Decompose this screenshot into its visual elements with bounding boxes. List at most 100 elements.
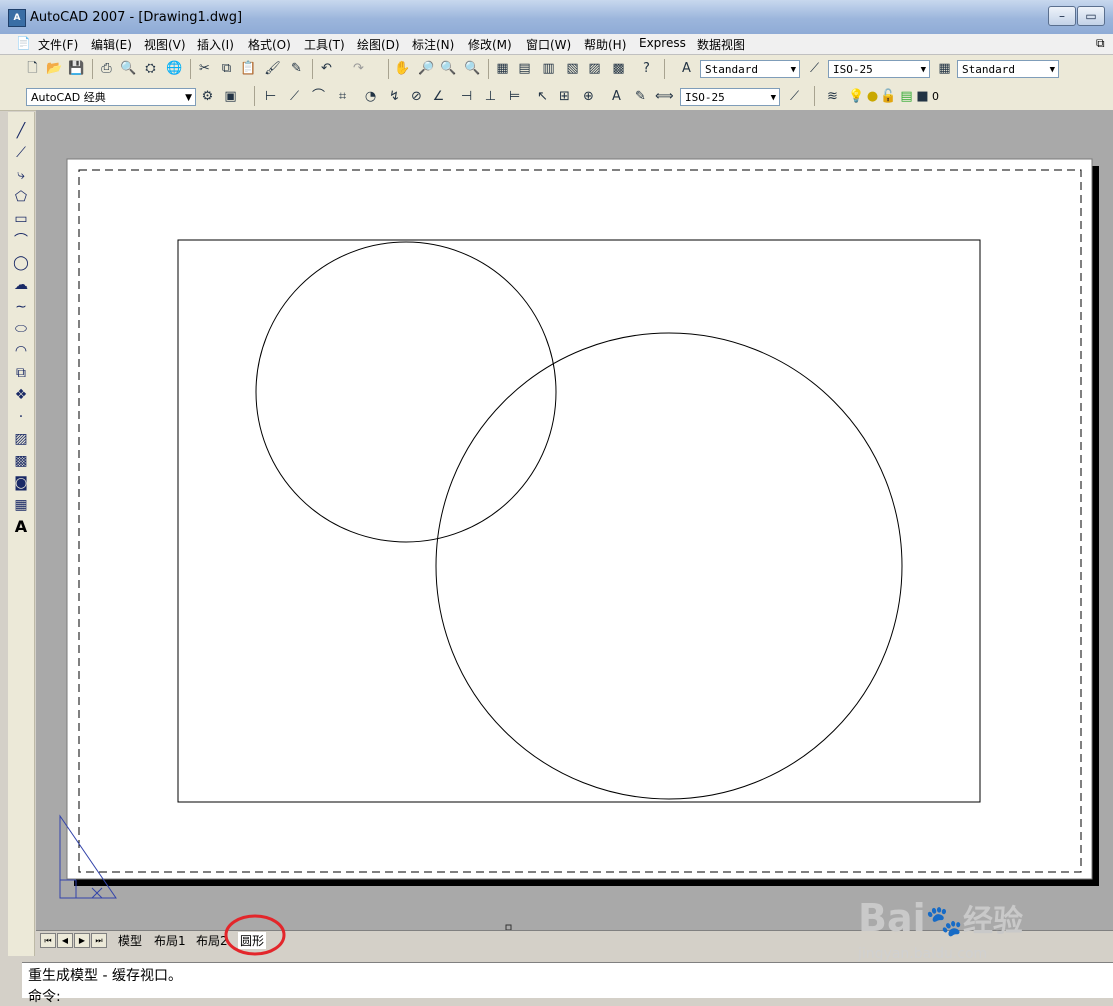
markup-icon[interactable]: ▨	[586, 60, 603, 77]
redo-icon[interactable]: ↷	[350, 60, 367, 77]
arc-length-icon[interactable]: ⌒	[310, 88, 327, 105]
minimize-button[interactable]: –	[1048, 6, 1076, 26]
plot-layer-icon[interactable]: ▤	[898, 88, 915, 105]
my-workspace-icon[interactable]: ▣	[222, 88, 239, 105]
document-icon[interactable]: 📄	[16, 36, 31, 50]
command-window[interactable]: 重生成模型 - 缓存视口。 命令:	[22, 962, 1113, 1005]
sun-icon[interactable]: ●	[864, 88, 881, 105]
layout-sheet[interactable]	[36, 110, 1113, 931]
dimension-text-edit-icon[interactable]: ✎	[632, 88, 649, 105]
arc-icon[interactable]: ⌒	[12, 232, 30, 250]
dimension-edit-icon[interactable]: A	[608, 88, 625, 105]
menu-dataview[interactable]: 数据视图	[697, 36, 745, 53]
tab-layout1[interactable]: 布局1	[154, 932, 186, 949]
lock-icon[interactable]: 🔓	[880, 88, 897, 105]
block-editor-icon[interactable]: ✎	[288, 60, 305, 77]
tolerance-icon[interactable]: ⊞	[556, 88, 573, 105]
undo-icon[interactable]: ↶	[318, 60, 335, 77]
plot-icon[interactable]: ⎙	[98, 60, 115, 77]
calculator-icon[interactable]: ▩	[610, 60, 627, 77]
next-tab-icon[interactable]: ▶	[74, 933, 90, 948]
zoom-realtime-icon[interactable]: 🔎	[418, 60, 435, 77]
dimension-style-select[interactable]: ISO-25 ▼	[680, 88, 780, 106]
new-icon[interactable]: 🗋	[24, 60, 41, 77]
menu-format[interactable]: 格式(O)	[248, 36, 291, 53]
help-icon[interactable]: ?	[638, 60, 655, 77]
multiline-text-icon[interactable]: A	[12, 518, 30, 536]
pan-icon[interactable]: ✋	[394, 60, 411, 77]
baseline-dimension-icon[interactable]: ⊥	[482, 88, 499, 105]
construction-line-icon[interactable]: ⟋	[12, 144, 30, 162]
polyline-icon[interactable]: ⤷	[12, 166, 30, 184]
point-icon[interactable]: ·	[12, 408, 30, 426]
table-style-icon[interactable]: ▦	[936, 60, 953, 77]
tool-palettes-icon[interactable]: ▥	[540, 60, 557, 77]
dim-style-icon[interactable]: ⟋	[806, 60, 823, 77]
hatch-icon[interactable]: ▨	[12, 430, 30, 448]
dim-style-select[interactable]: ISO-25 ▼	[828, 60, 930, 78]
menu-insert[interactable]: 插入(I)	[197, 36, 234, 53]
text-style-select[interactable]: Standard ▼	[700, 60, 800, 78]
design-center-icon[interactable]: ▤	[516, 60, 533, 77]
menu-express[interactable]: Express	[639, 36, 686, 50]
workspace-select[interactable]: AutoCAD 经典 ▼	[26, 88, 196, 106]
drawing-area[interactable]	[36, 110, 1113, 931]
gradient-icon[interactable]: ▩	[12, 452, 30, 470]
polygon-icon[interactable]: ⬠	[12, 188, 30, 206]
copy-icon[interactable]: ⧉	[218, 60, 235, 77]
restore-document-button[interactable]: ⧉	[1096, 36, 1105, 51]
properties-icon[interactable]: ▦	[494, 60, 511, 77]
quick-dimension-icon[interactable]: ⊣	[458, 88, 475, 105]
spline-icon[interactable]: ∼	[12, 298, 30, 316]
first-tab-icon[interactable]: ⏮	[40, 933, 56, 948]
open-icon[interactable]: 📂	[46, 60, 63, 77]
continue-dimension-icon[interactable]: ⊨	[506, 88, 523, 105]
menu-draw[interactable]: 绘图(D)	[357, 36, 400, 53]
menu-help[interactable]: 帮助(H)	[584, 36, 626, 53]
table-style-select[interactable]: Standard ▼	[957, 60, 1059, 78]
menu-tools[interactable]: 工具(T)	[304, 36, 345, 53]
menu-edit[interactable]: 编辑(E)	[91, 36, 132, 53]
menu-view[interactable]: 视图(V)	[144, 36, 186, 53]
layer-color-icon[interactable]: ■	[914, 88, 931, 105]
paste-icon[interactable]: 📋	[240, 60, 257, 77]
light-bulb-icon[interactable]: 💡	[848, 88, 865, 105]
layer-name[interactable]: 0	[932, 90, 939, 103]
menu-file[interactable]: 文件(F)	[38, 36, 78, 53]
dimension-style-icon[interactable]: ⟋	[786, 88, 803, 105]
angular-dimension-icon[interactable]: ∠	[430, 88, 447, 105]
insert-block-icon[interactable]: ⧉	[12, 364, 30, 382]
make-block-icon[interactable]: ❖	[12, 386, 30, 404]
rectangle-icon[interactable]: ▭	[12, 210, 30, 228]
center-mark-icon[interactable]: ⊕	[580, 88, 597, 105]
quick-leader-icon[interactable]: ↖	[534, 88, 551, 105]
last-tab-icon[interactable]: ⏭	[91, 933, 107, 948]
save-icon[interactable]: 💾	[68, 60, 85, 77]
tab-model[interactable]: 模型	[118, 932, 142, 949]
command-prompt[interactable]: 命令:	[28, 986, 61, 1006]
match-properties-icon[interactable]: 🖌	[264, 60, 281, 77]
workspace-settings-icon[interactable]: ⚙	[199, 88, 216, 105]
ordinate-dimension-icon[interactable]: ⌗	[334, 88, 351, 105]
line-icon[interactable]: ╱	[12, 122, 30, 140]
table-icon[interactable]: ▦	[12, 496, 30, 514]
linear-dimension-icon[interactable]: ⊢	[262, 88, 279, 105]
radius-dimension-icon[interactable]: ◔	[362, 88, 379, 105]
circle-icon[interactable]: ◯	[12, 254, 30, 272]
publish-web-icon[interactable]: 🌐	[166, 60, 183, 77]
diameter-dimension-icon[interactable]: ⊘	[408, 88, 425, 105]
ellipse-icon[interactable]: ⬭	[12, 320, 30, 338]
plot-preview-icon[interactable]: 🔍	[120, 60, 137, 77]
previous-tab-icon[interactable]: ◀	[57, 933, 73, 948]
layer-manager-icon[interactable]: ≋	[824, 88, 841, 105]
jogged-dimension-icon[interactable]: ↯	[386, 88, 403, 105]
zoom-previous-icon[interactable]: 🔍	[464, 60, 481, 77]
revision-cloud-icon[interactable]: ☁	[12, 276, 30, 294]
publish-icon[interactable]: ⛭	[142, 60, 159, 77]
menu-window[interactable]: 窗口(W)	[526, 36, 571, 53]
dimension-update-icon[interactable]: ⟺	[655, 88, 674, 105]
menu-dimension[interactable]: 标注(N)	[412, 36, 454, 53]
cut-icon[interactable]: ✂	[196, 60, 213, 77]
menu-modify[interactable]: 修改(M)	[468, 36, 512, 53]
region-icon[interactable]: ◙	[12, 474, 30, 492]
